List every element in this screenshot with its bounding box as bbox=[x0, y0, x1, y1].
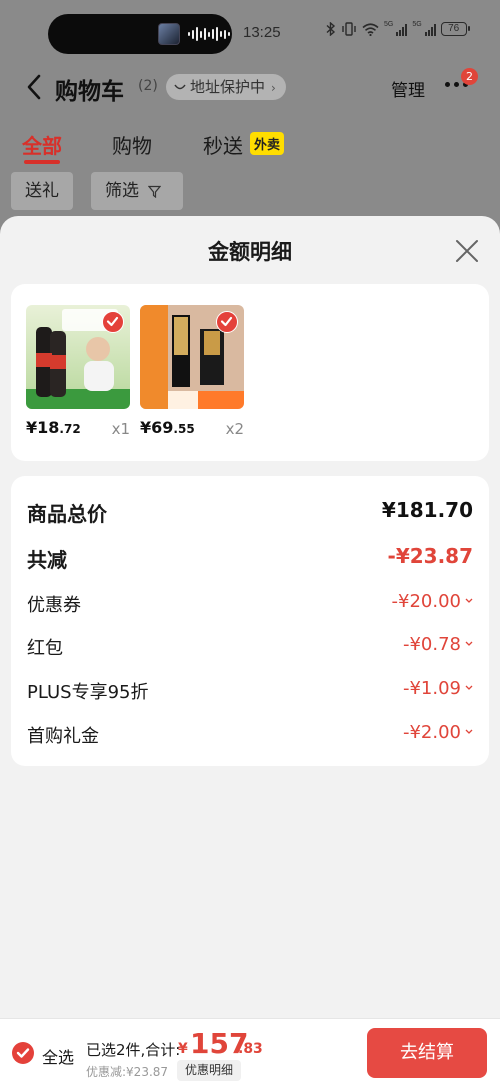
cart-header: 购物车 (2) 地址保护中 › 管理 2 bbox=[0, 68, 500, 108]
selected-summary: 已选2件,合计: bbox=[86, 1041, 181, 1059]
smile-icon bbox=[174, 84, 186, 89]
check-icon bbox=[16, 1048, 30, 1058]
network-type-label: 5G bbox=[412, 20, 422, 28]
selected-check-icon bbox=[102, 311, 124, 333]
goods-quantity: x2 bbox=[225, 420, 244, 438]
signal-icon bbox=[424, 23, 436, 36]
plus-discount-row[interactable]: PLUS专享95折 -¥1.09 bbox=[27, 678, 473, 708]
manage-button[interactable]: 管理 bbox=[391, 76, 425, 101]
album-art-icon bbox=[158, 23, 180, 45]
takeout-badge: 外卖 bbox=[250, 132, 285, 155]
plus-discount-label: PLUS专享95折 bbox=[27, 682, 149, 703]
cart-count: (2) bbox=[138, 78, 158, 94]
tab-active-indicator bbox=[24, 160, 60, 164]
first-order-gift-row[interactable]: 首购礼金 -¥2.00 bbox=[27, 722, 473, 752]
red-packet-label: 红包 bbox=[27, 638, 63, 659]
plus-discount-value: -¥1.09 bbox=[403, 678, 473, 699]
chevron-right-icon: › bbox=[271, 81, 276, 95]
status-bar: 13:25 5G 5G 76 bbox=[0, 0, 500, 68]
first-order-gift-label: 首购礼金 bbox=[27, 726, 99, 747]
red-packet-value: -¥0.78 bbox=[403, 634, 473, 655]
goods-price: ¥18.72 bbox=[26, 418, 81, 437]
total-amount-decimal: .83 bbox=[238, 1041, 263, 1057]
battery-icon: 76 bbox=[440, 22, 470, 36]
lipstick-product-image bbox=[140, 305, 244, 409]
audio-wave-icon bbox=[188, 26, 230, 42]
price-summary-card: 商品总价 ¥181.70 共减 -¥23.87 优惠券 -¥20.00 红包 -… bbox=[11, 476, 489, 766]
total-currency: ¥ bbox=[178, 1041, 188, 1057]
vibrate-icon bbox=[342, 22, 356, 36]
address-protection-label: 地址保护中 bbox=[190, 78, 266, 96]
back-arrow-icon[interactable] bbox=[26, 74, 42, 100]
coupon-row[interactable]: 优惠券 -¥20.00 bbox=[27, 591, 473, 621]
goods-item[interactable]: ¥18.72 x1 bbox=[26, 305, 130, 438]
amount-detail-sheet: 金额明细 ¥18.72 x1 ¥69.55 x2 商品总价 ¥181.70 共减… bbox=[0, 216, 500, 1085]
checkout-button[interactable]: 去结算 bbox=[367, 1028, 487, 1078]
selected-check-icon bbox=[216, 311, 238, 333]
funnel-icon bbox=[148, 185, 162, 198]
signal-icon bbox=[396, 23, 408, 36]
discount-summary: 优惠减:¥23.87 bbox=[86, 1065, 169, 1079]
discount-detail-button[interactable]: 优惠明细 bbox=[177, 1060, 242, 1081]
sheet-title: 金额明细 bbox=[208, 240, 292, 264]
chevron-down-icon bbox=[465, 598, 473, 603]
bluetooth-icon bbox=[326, 22, 336, 36]
gift-chip[interactable]: 送礼 bbox=[11, 172, 73, 210]
total-reduction-value: -¥23.87 bbox=[387, 544, 473, 568]
cart-tabs: 全部 购物 秒送 外卖 bbox=[0, 126, 500, 166]
goods-quantity: x1 bbox=[111, 420, 130, 438]
page-title: 购物车 bbox=[55, 79, 124, 105]
system-icons: 5G 5G 76 bbox=[326, 20, 470, 36]
goods-item[interactable]: ¥69.55 x2 bbox=[140, 305, 244, 438]
wifi-icon bbox=[362, 22, 379, 36]
goods-price: ¥69.55 bbox=[140, 418, 195, 437]
red-packet-row[interactable]: 红包 -¥0.78 bbox=[27, 634, 473, 664]
goods-card: ¥18.72 x1 ¥69.55 x2 bbox=[11, 284, 489, 461]
soy-sauce-product-image bbox=[26, 305, 130, 409]
coupon-value: -¥20.00 bbox=[392, 591, 473, 612]
checkout-bar: 全选 已选2件,合计: ¥ 157 .83 优惠减:¥23.87 优惠明细 去结… bbox=[0, 1018, 500, 1085]
total-reduction-label: 共减 bbox=[27, 548, 67, 572]
clock: 13:25 bbox=[243, 24, 281, 41]
address-protection-chip[interactable]: 地址保护中 › bbox=[166, 74, 286, 100]
tab-all[interactable]: 全部 bbox=[22, 130, 62, 159]
tab-instant-delivery[interactable]: 秒送 bbox=[203, 130, 243, 159]
select-all-label[interactable]: 全选 bbox=[42, 1044, 74, 1068]
filter-chip[interactable]: 筛选 bbox=[91, 172, 183, 210]
network-type-label: 5G bbox=[384, 20, 394, 28]
tab-shopping[interactable]: 购物 bbox=[112, 130, 152, 159]
chevron-down-icon bbox=[465, 729, 473, 734]
dynamic-island[interactable] bbox=[48, 14, 232, 54]
goods-total-row: 商品总价 ¥181.70 bbox=[27, 498, 473, 528]
total-reduction-row: 共减 -¥23.87 bbox=[27, 544, 473, 574]
goods-total-value: ¥181.70 bbox=[381, 498, 473, 522]
chevron-down-icon bbox=[465, 685, 473, 690]
goods-total-label: 商品总价 bbox=[27, 502, 107, 526]
filter-chips: 送礼 筛选 bbox=[0, 172, 500, 212]
message-badge: 2 bbox=[461, 68, 478, 85]
chevron-down-icon bbox=[465, 641, 473, 646]
coupon-label: 优惠券 bbox=[27, 595, 81, 616]
close-icon[interactable] bbox=[454, 238, 480, 264]
filter-chip-label: 筛选 bbox=[105, 181, 139, 201]
first-order-gift-value: -¥2.00 bbox=[403, 722, 473, 743]
select-all-checkbox[interactable] bbox=[12, 1042, 34, 1064]
